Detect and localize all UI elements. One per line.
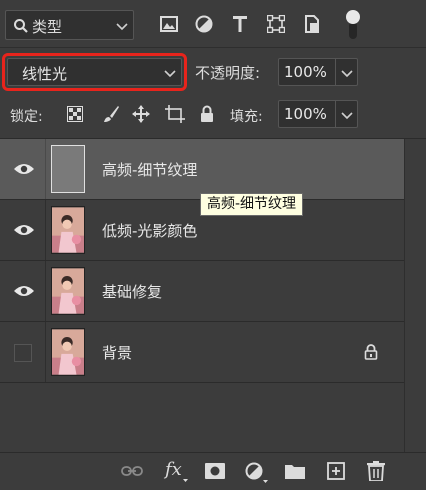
blend-mode-dropdown[interactable]: 线性光 xyxy=(7,58,182,86)
layer-name: 背景 xyxy=(102,344,133,362)
delete-layer-icon[interactable] xyxy=(367,461,385,481)
blend-mode-value: 线性光 xyxy=(22,65,68,83)
opacity-value: 100% xyxy=(284,63,327,81)
layer-name: 高频-细节纹理 xyxy=(102,161,198,179)
search-icon xyxy=(14,19,28,33)
smart-object-filter-icon[interactable] xyxy=(303,15,321,33)
visibility-toggle-empty[interactable] xyxy=(14,344,32,362)
eye-icon[interactable] xyxy=(13,161,35,177)
chevron-down-icon xyxy=(164,70,176,78)
chevron-down-icon[interactable] xyxy=(341,70,353,78)
fill-label: 填充: xyxy=(230,109,263,125)
lock-icon[interactable] xyxy=(364,344,378,360)
dropdown-indicator-icon xyxy=(263,480,268,483)
layer-row-background[interactable]: 背景 xyxy=(0,322,404,382)
add-mask-icon[interactable] xyxy=(205,463,225,479)
layer-row-high-frequency[interactable]: 高频-细节纹理 xyxy=(0,139,404,199)
adjustment-filter-icon[interactable] xyxy=(195,15,213,33)
layer-name: 低频-光影颜色 xyxy=(102,222,198,240)
layer-thumbnail-photo xyxy=(51,267,85,315)
opacity-label: 不透明度: xyxy=(195,64,261,82)
layer-thumbnail-photo xyxy=(51,206,85,254)
lock-transparent-pixels-icon[interactable] xyxy=(67,106,83,122)
image-filter-icon[interactable] xyxy=(160,16,178,32)
chevron-down-icon xyxy=(116,23,128,31)
lock-artboard-icon[interactable] xyxy=(165,105,185,123)
type-filter-icon[interactable] xyxy=(231,15,249,33)
lock-image-pixels-icon[interactable] xyxy=(102,105,120,123)
filter-toggle[interactable] xyxy=(346,10,360,40)
link-layers-icon[interactable] xyxy=(121,465,143,477)
new-adjustment-layer-icon[interactable] xyxy=(245,462,268,484)
new-group-folder-icon[interactable] xyxy=(285,463,305,479)
layers-list: 高频-细节纹理 低频-光影颜色 基础修复 背景 xyxy=(0,139,404,452)
layer-thumbnail-gray xyxy=(51,145,85,193)
opacity-field[interactable]: 100% xyxy=(278,58,358,86)
layer-thumbnail-photo xyxy=(51,328,85,376)
chevron-down-icon[interactable] xyxy=(341,112,353,120)
fill-field[interactable]: 100% xyxy=(278,100,358,128)
dropdown-indicator-icon xyxy=(183,479,188,482)
layer-row-base-retouch[interactable]: 基础修复 xyxy=(0,261,404,321)
filter-kind-label: 类型 xyxy=(32,18,63,36)
layer-name: 基础修复 xyxy=(102,283,163,301)
fill-value: 100% xyxy=(284,105,327,123)
shape-filter-icon[interactable] xyxy=(267,15,285,33)
filter-kind-dropdown[interactable]: 类型 xyxy=(5,10,134,40)
fx-icon[interactable]: fx xyxy=(165,459,188,482)
lock-position-icon[interactable] xyxy=(132,105,150,123)
new-layer-icon[interactable] xyxy=(327,462,345,480)
eye-icon[interactable] xyxy=(13,283,35,299)
tooltip-text: 高频-细节纹理 xyxy=(207,196,297,212)
lock-all-icon[interactable] xyxy=(200,105,214,123)
layers-scrollbar[interactable] xyxy=(404,139,426,452)
lock-label: 锁定: xyxy=(10,109,43,125)
eye-icon[interactable] xyxy=(13,222,35,238)
layer-name-tooltip: 高频-细节纹理 xyxy=(200,193,304,216)
